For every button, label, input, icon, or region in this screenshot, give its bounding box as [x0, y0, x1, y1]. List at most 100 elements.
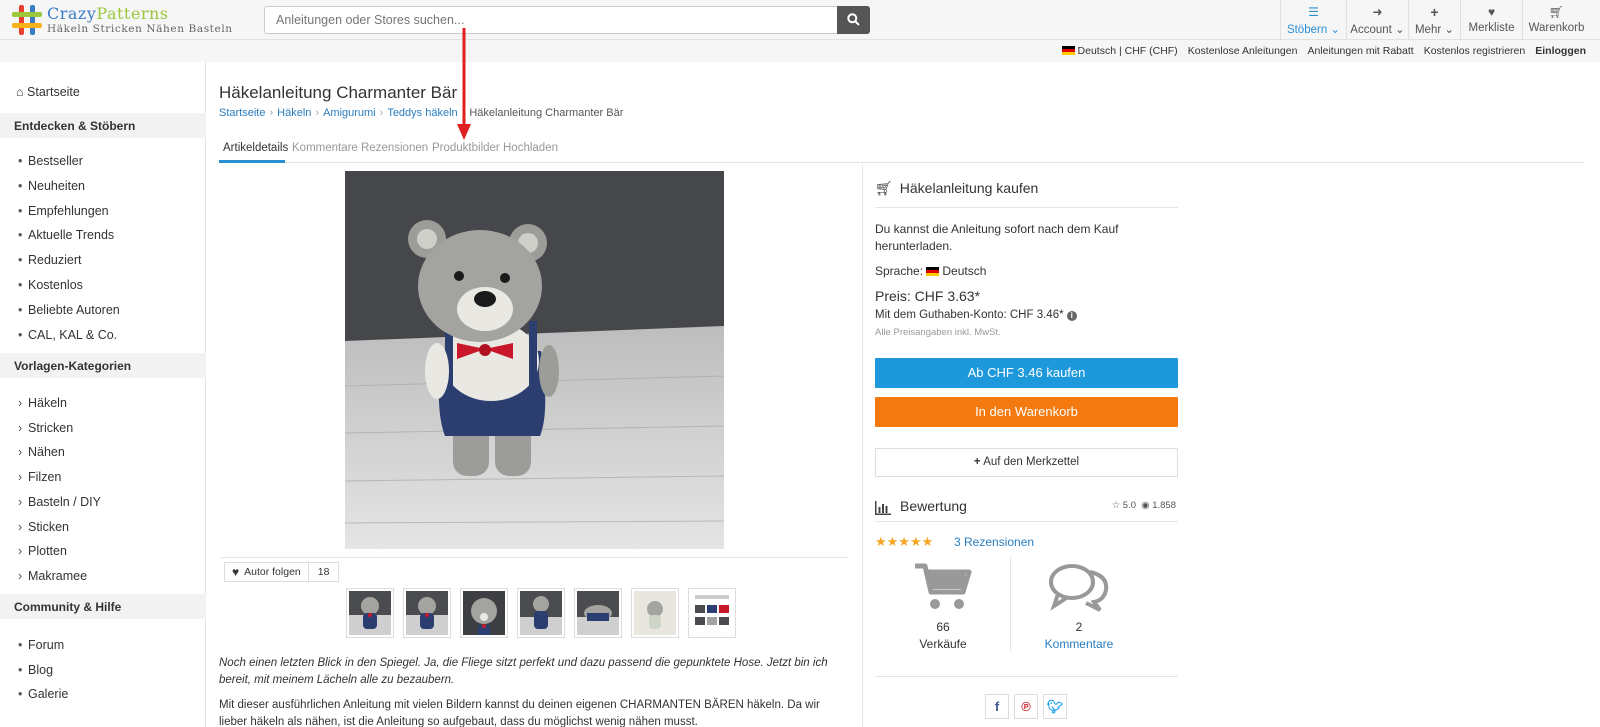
main-nav: ☰ Stöbern ⌄ ➜ Account ⌄ + Mehr ⌄ ♥ Merkl…	[1280, 0, 1590, 40]
logo[interactable]: CrazyPatterns Häkeln Stricken Nähen Bast…	[12, 3, 232, 37]
breadcrumb-teddys[interactable]: Teddys häkeln	[387, 107, 457, 119]
buy-panel-title: 🛒︎ Häkelanleitung kaufen	[875, 180, 1178, 208]
register-link[interactable]: Kostenlos registrieren	[1424, 45, 1526, 57]
sidebar-section-categories: Vorlagen-Kategorien	[0, 353, 206, 378]
nav-account[interactable]: ➜ Account ⌄	[1346, 0, 1408, 40]
buy-now-button[interactable]: Ab CHF 3.46 kaufen	[875, 358, 1178, 388]
thumbnail-4[interactable]	[517, 588, 565, 638]
breadcrumb-haekeln[interactable]: Häkeln	[277, 107, 311, 119]
add-to-cart-button[interactable]: In den Warenkorb	[875, 397, 1178, 427]
search-button[interactable]	[837, 6, 870, 34]
tab-hochladen[interactable]: Hochladen	[503, 142, 558, 154]
follow-author-button[interactable]: ♥ Autor folgen 18	[224, 562, 340, 582]
reviews-link[interactable]: 3 Rezensionen	[954, 535, 1034, 549]
description-intro: Noch einen letzten Blick in den Spiegel.…	[219, 657, 828, 686]
sign-in-icon: ➜	[1372, 5, 1383, 19]
sidebar-item-blog[interactable]: • Blog	[18, 663, 53, 677]
sidebar-item-trends[interactable]: • Aktuelle Trends	[18, 228, 114, 242]
sidebar-item-basteln[interactable]: › Basteln / DIY	[18, 495, 101, 509]
vat-note: Alle Preisangaben inkl. MwSt.	[875, 327, 1001, 338]
sidebar-item-sticken[interactable]: › Sticken	[18, 520, 69, 534]
share-buttons: f ℗ 🐦︎	[985, 694, 1072, 719]
comments-icon	[1049, 564, 1109, 612]
home-icon: ⌂	[16, 85, 24, 99]
info-icon[interactable]: i	[1066, 311, 1077, 321]
sidebar-home-link[interactable]: ⌂ Startseite	[16, 85, 80, 99]
sidebar-item-reduziert[interactable]: • Reduziert	[18, 253, 82, 267]
nav-stoebern[interactable]: ☰ Stöbern ⌄	[1280, 0, 1346, 40]
active-tab-indicator	[219, 160, 285, 163]
description-body: Mit dieser ausführlichen Anleitung mit v…	[219, 699, 820, 727]
twitter-icon: 🐦︎	[1046, 698, 1064, 714]
thumbnail-strip	[346, 588, 736, 638]
price: Preis: CHF 3.63*	[875, 288, 981, 304]
thumbnail-1[interactable]	[346, 588, 394, 638]
nav-mehr[interactable]: + Mehr ⌄	[1408, 0, 1460, 40]
product-description: Noch einen letzten Blick in den Spiegel.…	[219, 655, 849, 727]
cart-icon: 🛒︎	[875, 180, 893, 196]
facebook-share-button[interactable]: f	[985, 694, 1009, 719]
red-arrow-annotation	[457, 28, 471, 140]
comments-link[interactable]: Kommentare	[1011, 637, 1147, 651]
sidebar-item-forum[interactable]: • Forum	[18, 638, 64, 652]
add-to-wishlist-button[interactable]: + Auf den Merkzettel	[875, 448, 1178, 477]
pinterest-share-button[interactable]: ℗	[1014, 694, 1038, 719]
product-tabs: Artikeldetails Kommentare Rezensionen Pr…	[219, 136, 1584, 163]
twitter-share-button[interactable]: 🐦︎	[1043, 694, 1067, 719]
discount-patterns-link[interactable]: Anleitungen mit Rabatt	[1307, 45, 1413, 57]
search-input[interactable]	[265, 7, 837, 33]
star-rating: ★★★★★	[875, 534, 934, 549]
product-main-image[interactable]	[345, 171, 724, 549]
heart-icon: ♥	[232, 565, 240, 579]
sidebar-item-neuheiten[interactable]: • Neuheiten	[18, 179, 85, 193]
sidebar-item-bestseller[interactable]: • Bestseller	[18, 154, 83, 168]
divider	[875, 676, 1178, 677]
tab-rezensionen[interactable]: Rezensionen	[361, 142, 428, 154]
language-info: Sprache: Deutsch	[875, 264, 987, 278]
follower-count: 18	[307, 563, 339, 581]
page-title: Häkelanleitung Charmanter Bär	[219, 83, 458, 102]
tab-produktbilder[interactable]: Produktbilder	[432, 142, 500, 154]
thumbnail-5[interactable]	[574, 588, 622, 638]
breadcrumb-amigurumi[interactable]: Amigurumi	[323, 107, 376, 119]
thumbnail-2[interactable]	[403, 588, 451, 638]
sidebar-item-filzen[interactable]: › Filzen	[18, 470, 61, 484]
sidebar-item-galerie[interactable]: • Galerie	[18, 687, 68, 701]
sidebar-section-discover: Entdecken & Stöbern	[0, 113, 206, 138]
comments-count: 2	[1075, 620, 1083, 634]
tab-kommentare[interactable]: Kommentare	[292, 142, 358, 154]
heart-icon: ♥	[1487, 5, 1496, 19]
sidebar-item-makramee[interactable]: › Makramee	[18, 569, 87, 583]
breadcrumb: Startseite › Häkeln › Amigurumi › Teddys häkel…	[219, 107, 624, 119]
breadcrumb-current: Häkelanleitung Charmanter Bär	[469, 107, 624, 119]
brand-name: CrazyPatterns	[47, 4, 169, 23]
facebook-icon: f	[994, 699, 1000, 714]
login-link[interactable]: Einloggen	[1535, 45, 1586, 57]
sidebar-item-stricken[interactable]: › Stricken	[18, 421, 73, 435]
sidebar-item-kostenlos[interactable]: • Kostenlos	[18, 278, 83, 292]
sidebar-item-autoren[interactable]: • Beliebte Autoren	[18, 303, 120, 317]
thumbnail-7[interactable]	[688, 588, 736, 638]
sidebar-item-empfehlungen[interactable]: • Empfehlungen	[18, 204, 109, 218]
german-flag-icon	[1061, 46, 1075, 55]
brand-tagline: Häkeln Stricken Nähen Basteln	[47, 23, 233, 35]
sidebar-item-cal-kal[interactable]: • CAL, KAL & Co.	[18, 328, 117, 342]
sidebar-item-plotten[interactable]: › Plotten	[18, 544, 67, 558]
thumbnail-6[interactable]	[631, 588, 679, 638]
search-bar	[264, 6, 870, 34]
free-patterns-link[interactable]: Kostenlose Anleitungen	[1188, 45, 1298, 57]
language-selector[interactable]: Deutsch | CHF (CHF)	[1061, 45, 1178, 57]
eye-icon: ◉	[1141, 500, 1150, 511]
thumbnail-3[interactable]	[460, 588, 508, 638]
sidebar-item-haekeln[interactable]: › Häkeln	[18, 396, 67, 410]
sidebar-item-naehen[interactable]: › Nähen	[18, 445, 65, 459]
column-divider	[862, 164, 863, 727]
top-bar: CrazyPatterns Häkeln Stricken Nähen Bast…	[0, 0, 1600, 40]
divider	[221, 557, 849, 558]
breadcrumb-startseite[interactable]: Startseite	[219, 107, 265, 119]
search-icon	[847, 13, 860, 26]
nav-warenkorb[interactable]: 🛒︎ Warenkorb	[1522, 0, 1590, 40]
tab-artikeldetails[interactable]: Artikeldetails	[223, 142, 288, 154]
nav-merkliste[interactable]: ♥ Merkliste	[1460, 0, 1522, 40]
plus-icon: +	[1430, 4, 1439, 20]
